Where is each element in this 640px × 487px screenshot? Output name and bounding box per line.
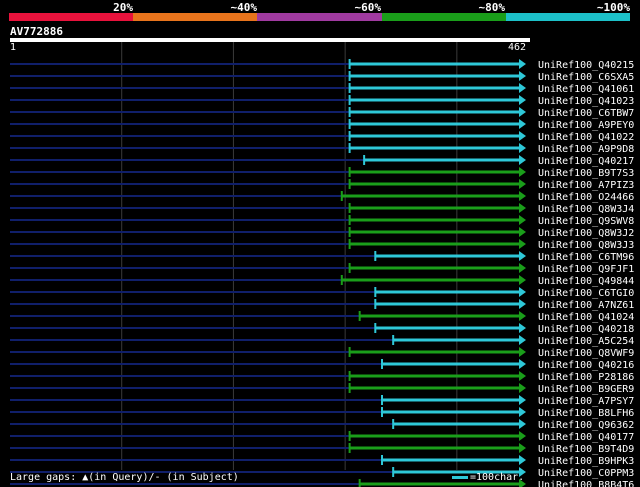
hit-end-arrow [519, 131, 526, 141]
hit-label: UniRef100_Q8W3J3 [538, 240, 634, 251]
hit-label: UniRef100_A5C254 [538, 336, 634, 347]
hit-label: UniRef100_Q40177 [538, 432, 634, 443]
hit-label: UniRef100_C6TM96 [538, 252, 634, 263]
hit-end-arrow [519, 335, 526, 345]
hit-end-arrow [519, 299, 526, 309]
hit-label: UniRef100_Q41024 [538, 312, 634, 323]
hit-label: UniRef100_B8LFH6 [538, 408, 634, 419]
hit-end-arrow [519, 419, 526, 429]
hit-label: UniRef100_C0PPM3 [538, 468, 634, 479]
hit-end-arrow [519, 239, 526, 249]
hit-label: UniRef100_A7PSY7 [538, 396, 634, 407]
hit-label: UniRef100_B8B4T6 [538, 480, 634, 487]
hit-end-arrow [519, 179, 526, 189]
hit-end-arrow [519, 263, 526, 273]
hit-label: UniRef100_O24466 [538, 192, 634, 203]
hit-end-arrow [519, 203, 526, 213]
hit-end-arrow [519, 431, 526, 441]
hit-end-arrow [519, 143, 526, 153]
hit-end-arrow [519, 227, 526, 237]
hit-end-arrow [519, 347, 526, 357]
hit-label: UniRef100_A9PEY0 [538, 120, 634, 131]
hit-end-arrow [519, 371, 526, 381]
alignment-hits: UniRef100_Q40215UniRef100_C6SXA5UniRef10… [10, 42, 634, 487]
hit-label: UniRef100_Q8VWF9 [538, 348, 634, 359]
hit-end-arrow [519, 167, 526, 177]
hit-end-arrow [519, 323, 526, 333]
hit-end-arrow [519, 215, 526, 225]
hit-label: UniRef100_C6TBW7 [538, 108, 634, 119]
hit-end-arrow [519, 59, 526, 69]
gaps-legend: Large gaps: ▲(in Query)/- (in Subject) [10, 472, 239, 483]
hit-label: UniRef100_Q8W3J4 [538, 204, 634, 215]
hit-label: UniRef100_Q8W3J2 [538, 228, 634, 239]
scale-label: =100char. [470, 472, 525, 483]
hit-end-arrow [519, 407, 526, 417]
hit-end-arrow [519, 443, 526, 453]
hit-label: UniRef100_A7PIZ3 [538, 180, 634, 191]
hit-label: UniRef100_Q40215 [538, 60, 634, 71]
scale-key: =100char. [452, 472, 524, 483]
hit-label: UniRef100_Q40216 [538, 360, 634, 371]
hit-end-arrow [519, 455, 526, 465]
hit-end-arrow [519, 395, 526, 405]
hit-label: UniRef100_A7NZ61 [538, 300, 634, 311]
hit-label: UniRef100_B9T4D9 [538, 444, 634, 455]
hit-end-arrow [519, 311, 526, 321]
hit-label: UniRef100_Q41023 [538, 96, 634, 107]
hit-end-arrow [519, 383, 526, 393]
hit-label: UniRef100_B9GER9 [538, 384, 634, 395]
hit-label: UniRef100_A9P9D8 [538, 144, 634, 155]
hit-label: UniRef100_Q40217 [538, 156, 634, 167]
hit-label: UniRef100_B9T7S3 [538, 168, 634, 179]
hit-end-arrow [519, 83, 526, 93]
hit-label: UniRef100_Q9FJF1 [538, 264, 634, 275]
hit-label: UniRef100_C6TGI0 [538, 288, 634, 299]
hit-label: UniRef100_Q41022 [538, 132, 634, 143]
hit-end-arrow [519, 287, 526, 297]
hit-label: UniRef100_C6SXA5 [538, 72, 634, 83]
hit-end-arrow [519, 71, 526, 81]
hit-label: UniRef100_P28186 [538, 372, 634, 383]
hit-end-arrow [519, 155, 526, 165]
hit-label: UniRef100_Q40218 [538, 324, 634, 335]
hit-end-arrow [519, 107, 526, 117]
hit-end-arrow [519, 119, 526, 129]
hit-end-arrow [519, 191, 526, 201]
hit-end-arrow [519, 95, 526, 105]
hit-label: UniRef100_Q41061 [538, 84, 634, 95]
hit-label: UniRef100_Q96362 [538, 420, 634, 431]
hit-label: UniRef100_Q49844 [538, 276, 634, 287]
hit-end-arrow [519, 275, 526, 285]
hit-label: UniRef100_B9HPK3 [538, 456, 634, 467]
hit-end-arrow [519, 359, 526, 369]
hit-label: UniRef100_Q9SWV8 [538, 216, 634, 227]
hit-end-arrow [519, 251, 526, 261]
scale-swatch [452, 475, 468, 479]
